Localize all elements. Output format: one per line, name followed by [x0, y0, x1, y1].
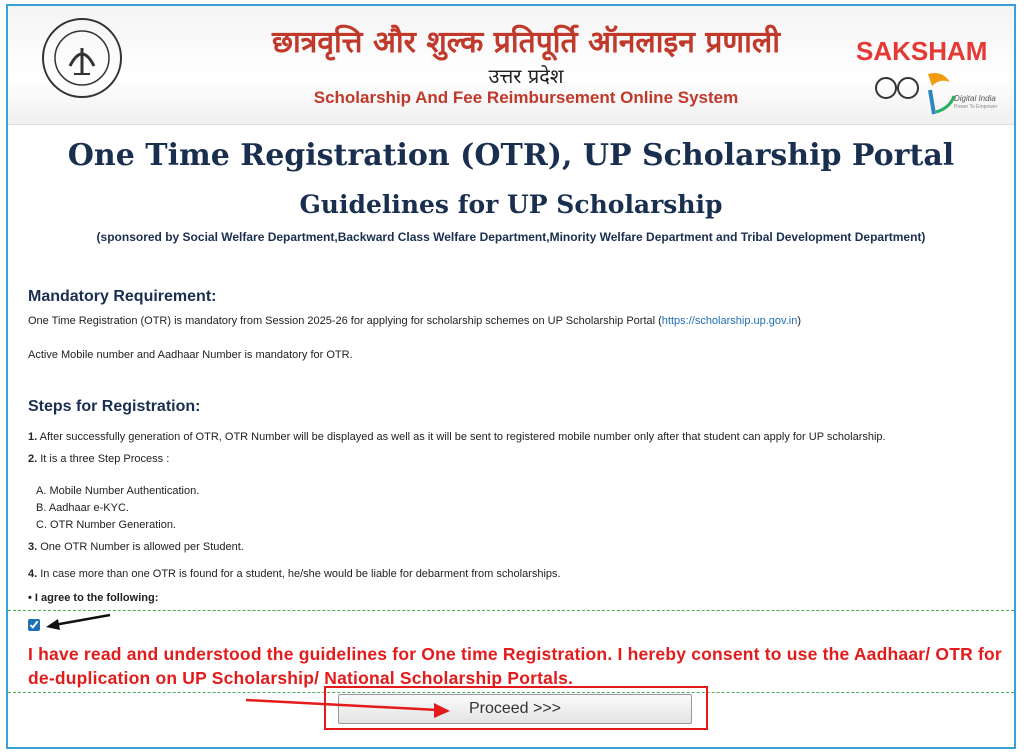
step-2-sub-c: C. OTR Number Generation.	[36, 519, 176, 531]
hindi-state-name: उत्तर प्रदेश	[488, 64, 564, 88]
step-2-text: It is a three Step Process :	[40, 453, 170, 465]
step-1-text: After successfully generation of OTR, OT…	[39, 431, 886, 443]
saksham-logo: SAKSHAM	[856, 36, 988, 66]
mandatory-heading: Mandatory Requirement:	[28, 288, 217, 305]
digital-india-tagline: Power To Empower	[954, 104, 998, 110]
divider-top	[8, 610, 1014, 611]
digital-india-text: Digital India	[954, 94, 996, 103]
digital-india-logo: Digital India Power To Empower	[870, 68, 1000, 118]
mandatory-line-1-text: One Time Registration (OTR) is mandatory…	[28, 315, 662, 327]
divider-bottom	[8, 692, 1014, 693]
step-2: 2. It is a three Step Process :	[28, 453, 169, 465]
proceed-button[interactable]: Proceed >>>	[338, 694, 692, 724]
step-4-number: 4.	[28, 568, 38, 580]
step-4-text: In case more than one OTR is found for a…	[40, 568, 561, 580]
page-subtitle: Guidelines for UP Scholarship	[299, 190, 723, 219]
agree-checkbox[interactable]	[28, 619, 40, 631]
agree-label: • I agree to the following:	[28, 592, 159, 604]
step-2-number: 2.	[28, 453, 38, 465]
mandatory-line-1-close: )	[797, 315, 802, 327]
step-1: 1. After successfully generation of OTR,…	[28, 431, 886, 443]
sponsor-note: (sponsored by Social Welfare Department,…	[96, 230, 926, 244]
step-3: 3. One OTR Number is allowed per Student…	[28, 541, 244, 553]
mandatory-line-1: One Time Registration (OTR) is mandatory…	[28, 315, 801, 327]
checkbox-pointer-arrow-icon	[46, 613, 111, 630]
header-banner: छात्रवृत्ति और शुल्क प्रतिपूर्ति ऑनलाइन …	[8, 6, 1014, 125]
up-emblem-logo	[42, 18, 122, 98]
english-system-title: Scholarship And Fee Reimbursement Online…	[313, 88, 739, 107]
step-2-sub-a: A. Mobile Number Authentication.	[36, 485, 200, 497]
step-3-number: 3.	[28, 541, 38, 553]
page-frame: छात्रवृत्ति और शुल्क प्रतिपूर्ति ऑनलाइन …	[6, 4, 1016, 749]
step-1-number: 1.	[28, 431, 38, 443]
step-4: 4. In case more than one OTR is found fo…	[28, 568, 561, 580]
mandatory-line-2: Active Mobile number and Aadhaar Number …	[28, 349, 353, 361]
page-title: One Time Registration (OTR), UP Scholars…	[67, 138, 955, 173]
consent-text: I have read and understood the guideline…	[28, 644, 1002, 688]
step-2-sub-b: B. Aadhaar e-KYC.	[36, 502, 129, 514]
hindi-title: छात्रवृत्ति और शुल्क प्रतिपूर्ति ऑनलाइन …	[271, 25, 780, 60]
step-3-text: One OTR Number is allowed per Student.	[40, 541, 244, 553]
steps-heading: Steps for Registration:	[28, 398, 201, 415]
portal-link[interactable]: https://scholarship.up.gov.in	[662, 315, 798, 327]
